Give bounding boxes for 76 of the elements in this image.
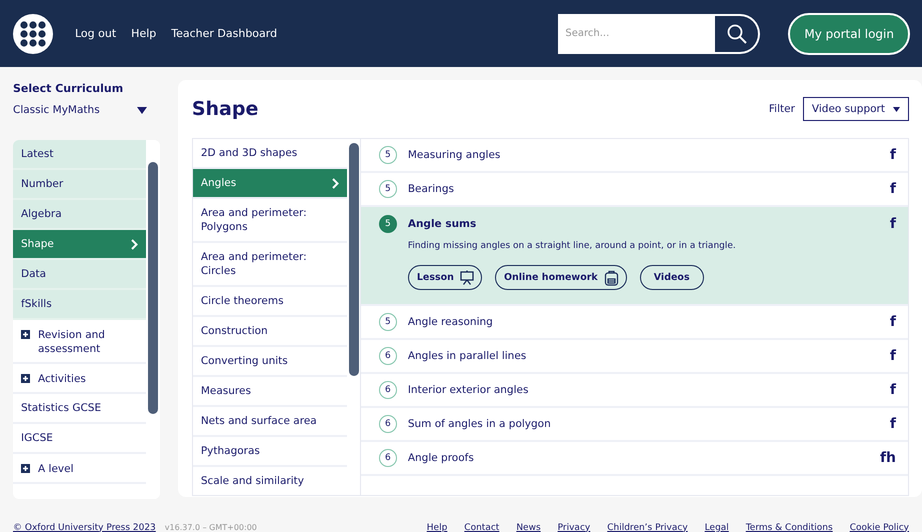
easel-icon — [460, 270, 474, 285]
sidebar-item[interactable]: Algebra — [13, 200, 146, 230]
lesson-row[interactable]: 6 Angles in parallel lines f — [360, 340, 908, 374]
lesson-row[interactable]: 6 Sum of angles in a polygon f — [360, 408, 908, 442]
lesson-tag: fh — [880, 450, 896, 466]
lesson-tag: f — [890, 314, 896, 330]
lesson-title: Interior exterior angles — [408, 384, 530, 396]
homework-button[interactable]: Online homework — [494, 265, 627, 290]
lesson-row[interactable]: 5 Angle reasoning f — [360, 306, 908, 340]
level-badge: 5 — [378, 180, 397, 198]
footer-link[interactable]: Children’s Privacy — [607, 522, 688, 532]
level-badge: 5 — [378, 215, 397, 233]
lesson-tag: f — [890, 181, 896, 197]
lesson-title: Measuring angles — [408, 149, 502, 161]
search-button[interactable] — [715, 14, 760, 54]
footer-link[interactable]: Contact — [464, 522, 500, 532]
lesson-row[interactable]: 5 Measuring angles f — [360, 139, 908, 173]
lesson-title: Angle reasoning — [408, 316, 494, 328]
page-title: Shape — [192, 98, 258, 120]
lesson-title: Angles in parallel lines — [408, 350, 528, 362]
lesson-tag: f — [890, 147, 896, 163]
sidebar-item[interactable]: Data — [13, 260, 146, 290]
footer-link[interactable]: Help — [426, 522, 448, 532]
nav-link[interactable]: Teacher Dashboard — [171, 27, 278, 40]
lesson-description: Finding missing angles on a straight line, around a point, or in a triangle. — [408, 241, 737, 251]
topic-item[interactable]: Angles — [192, 169, 347, 199]
footer-link[interactable]: Terms & Conditions — [746, 522, 833, 532]
videos-button[interactable]: Videos — [640, 265, 704, 290]
curriculum-select[interactable]: Classic MyMaths — [13, 104, 147, 116]
level-badge: 6 — [378, 381, 397, 399]
lesson-title: Angle proofs — [408, 452, 475, 464]
sidebar-item[interactable]: Number — [13, 170, 146, 200]
lesson-button[interactable]: Lesson — [408, 265, 482, 290]
search-field[interactable]: Search... — [558, 14, 716, 54]
level-badge: 6 — [378, 449, 397, 467]
filter-label: Filter — [768, 103, 795, 115]
lesson-row[interactable]: 6 Interior exterior angles f — [360, 374, 908, 408]
logo-icon[interactable] — [13, 14, 53, 54]
expand-plus-icon — [21, 464, 30, 473]
lesson-row[interactable]: 6 Angle proofs fh — [360, 442, 908, 476]
chevron-right-icon — [332, 178, 339, 188]
level-badge: 6 — [378, 347, 397, 365]
scrollbar-thumb[interactable] — [148, 162, 158, 414]
sidebar-item[interactable]: Latest — [13, 140, 146, 170]
lesson-title: Bearings — [408, 183, 455, 195]
sidebar-item[interactable]: Shape — [13, 230, 146, 260]
lesson-tag: f — [890, 216, 896, 232]
footer-link[interactable]: Privacy — [558, 522, 590, 532]
portal-login-button[interactable]: My portal login — [788, 12, 910, 54]
level-badge: 5 — [378, 146, 397, 164]
search-icon — [726, 24, 747, 44]
footer-link[interactable]: News — [516, 522, 541, 532]
expand-plus-icon — [21, 330, 30, 339]
lesson-tag: f — [890, 348, 896, 364]
lesson-tag: f — [890, 416, 896, 432]
lesson-tag: f — [890, 382, 896, 398]
copyright-link[interactable]: © Oxford University Press 2023 — [13, 522, 156, 532]
lesson-row[interactable]: 5 Angle sums f Finding missing angles on a straight line, around a point, or in a triangle. Lesson Online homework Videos — [360, 207, 908, 306]
sidebar-item[interactable]: fSkills — [13, 290, 146, 320]
backpack-icon — [604, 270, 619, 286]
sidebar-heading: Select Curriculum — [13, 82, 124, 95]
dropdown-caret-icon — [137, 106, 147, 114]
level-badge: 5 — [378, 313, 397, 331]
lesson-title: Sum of angles in a polygon — [408, 418, 552, 430]
version-text: v16.37.0 – GMT+00:00 — [164, 523, 257, 532]
footer-link[interactable]: Cookie Policy — [850, 522, 909, 532]
nav-link[interactable]: Log out — [75, 27, 116, 40]
nav-link[interactable]: Help — [131, 27, 156, 40]
expand-plus-icon — [21, 374, 30, 383]
filter-dropdown[interactable]: Video support — [802, 97, 909, 121]
level-badge: 6 — [378, 415, 397, 433]
dropdown-caret-icon — [893, 106, 900, 112]
footer-link[interactable]: Legal — [704, 522, 729, 532]
scrollbar-thumb[interactable] — [348, 143, 359, 376]
chevron-right-icon — [130, 238, 138, 250]
lesson-title: Angle sums — [408, 218, 478, 230]
